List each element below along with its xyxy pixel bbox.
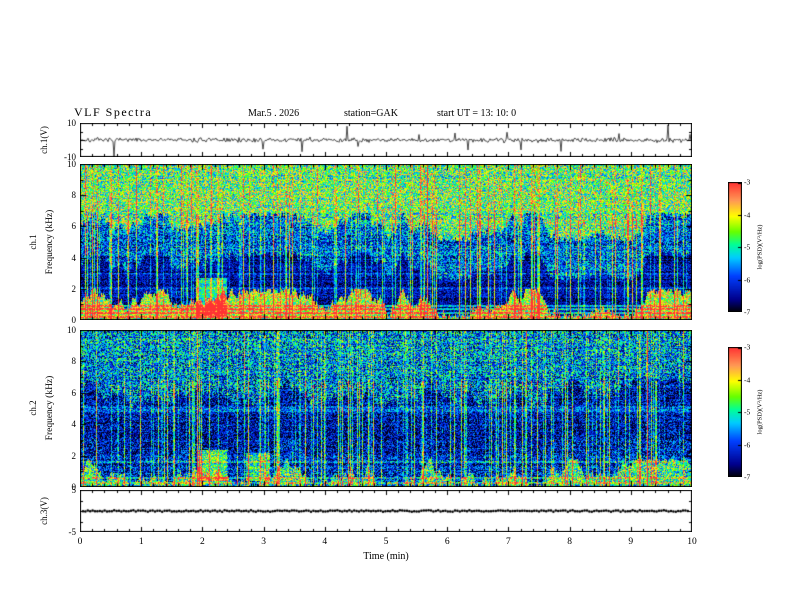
x-tick-label: 6 [444,537,450,547]
ch1-voltage-axis-label: ch.1(V) [39,126,49,154]
colorbar-ch1-psd-label: log(PSD)(V²/Hz) [756,224,764,270]
x-tick-label: 2 [200,537,205,547]
ch3-ymin-label: -5 [68,527,77,537]
colorbar-ch1 [728,182,742,312]
spec2-y-tick-label: 8 [71,356,77,367]
ch2-channel-label: ch.2 [28,400,38,416]
spec1-y-tick-label: 8 [71,190,77,201]
ch1-waveform-canvas [80,123,692,157]
x-tick-label: 9 [628,537,634,547]
colorbar2-tick-label: -7 [744,472,751,482]
ch1-spectrogram-panel [80,164,692,320]
colorbar2-tick-label: -4 [744,375,751,384]
colorbar1-tick-label: -6 [744,275,751,284]
x-tick-label: 5 [383,537,389,547]
ch3-waveform-canvas [80,490,692,532]
colorbar2-tick-label: -3 [744,342,751,352]
ch3-voltage-axis-label: ch.3(V) [39,497,49,525]
spec2-y-tick-label: 2 [71,450,77,461]
x-tick-label: 1 [138,537,144,547]
ch1-wave-ymax-label: 10 [67,118,76,128]
station-label: station=GAK [344,108,398,119]
colorbar1-tick-label: -3 [744,177,751,187]
ch1-channel-label: ch.1 [28,234,38,250]
date-label: Mar.5 . 2026 [248,108,300,119]
ch1-waveform-panel [80,123,692,157]
ch1-frequency-axis-label: Frequency (kHz) [45,209,55,275]
ch3-ymax-label: 5 [71,485,77,495]
spec1-y-tick-label: 0 [71,315,77,325]
ch1-spectrogram-canvas [80,164,692,320]
colorbar-ch2 [728,347,742,477]
start-ut-label: start UT = 13: 10: 0 [437,108,517,119]
time-axis-label: Time (min) [363,551,409,562]
colorbar1-tick-label: -7 [744,307,751,317]
x-tick-label: 0 [77,537,83,547]
vlf-spectra-figure: VLF Spectra Mar.5 . 2026 station=GAK sta… [0,0,792,612]
ch2-spectrogram-canvas [80,330,692,487]
ch1-wave-ymin-label: -10 [64,152,76,162]
x-tick-label: 4 [322,537,328,547]
figure-title: VLF Spectra [74,105,153,119]
x-tick-label: 7 [506,537,511,547]
colorbar2-tick-label: -6 [744,440,751,449]
colorbar-ch2-psd-label: log(PSD)(V²/Hz) [756,389,764,435]
spec2-y-tick-label: 10 [67,325,76,335]
ch3-waveform-panel [80,490,692,532]
x-tick-label: 8 [567,537,572,547]
x-tick-label: 10 [687,537,697,547]
x-tick-label: 3 [261,537,266,547]
ch2-frequency-axis-label: Frequency (kHz) [45,375,55,441]
ch2-spectrogram-panel [80,330,692,487]
colorbar1-tick-label: -4 [744,210,751,219]
spec1-y-tick-label: 2 [71,283,77,294]
